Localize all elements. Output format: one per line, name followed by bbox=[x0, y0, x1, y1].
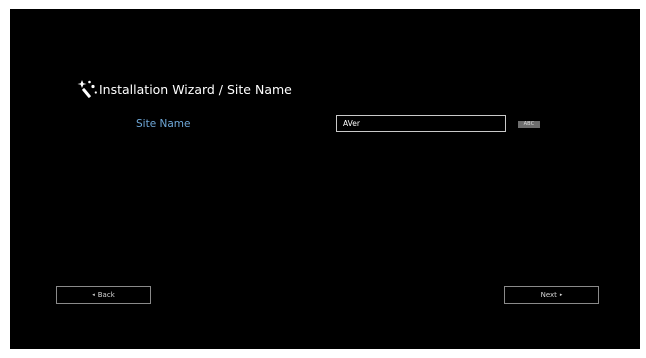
arrow-right-icon: ▸ bbox=[559, 292, 563, 298]
page-title: Installation Wizard / Site Name bbox=[99, 81, 292, 97]
input-mode-badge[interactable]: ABC bbox=[518, 121, 540, 128]
arrow-left-icon: ◂ bbox=[92, 292, 95, 298]
next-button[interactable]: Next ▸ bbox=[504, 286, 599, 304]
back-button[interactable]: ◂ Back bbox=[56, 286, 151, 304]
wizard-header: Installation Wizard / Site Name bbox=[76, 78, 292, 100]
wizard-screen: Installation Wizard / Site Name Site Nam… bbox=[10, 9, 640, 349]
back-button-label: Back bbox=[97, 291, 115, 299]
site-name-input[interactable] bbox=[336, 115, 506, 132]
next-button-label: Next bbox=[540, 291, 557, 299]
magic-wand-icon bbox=[77, 80, 97, 98]
site-name-label: Site Name bbox=[136, 118, 191, 130]
